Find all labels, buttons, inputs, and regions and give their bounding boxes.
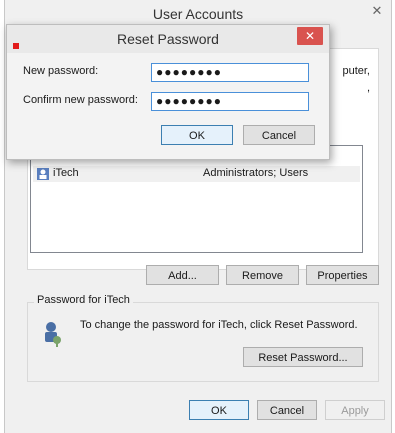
apply-button: Apply xyxy=(325,400,385,420)
dialog-cancel-button[interactable]: Cancel xyxy=(243,125,315,145)
cursor-marker-icon xyxy=(13,43,19,49)
confirm-password-field[interactable]: ●●●●●●●● xyxy=(151,92,309,111)
list-item[interactable]: iTech Administrators; Users xyxy=(33,166,360,182)
confirm-password-label: Confirm new password: xyxy=(23,94,138,106)
user-groups: Administrators; Users xyxy=(203,167,309,179)
reset-password-dialog: Reset Password ✕ New password: ●●●●●●●● … xyxy=(6,24,330,160)
ok-button[interactable]: OK xyxy=(189,400,249,420)
dialog-ok-button[interactable]: OK xyxy=(161,125,233,145)
reset-password-button[interactable]: Reset Password... xyxy=(243,347,363,367)
user-name: iTech xyxy=(53,167,79,179)
group-description-fragment: puter, xyxy=(342,65,370,77)
user-icon xyxy=(37,168,49,180)
password-group-title: Password for iTech xyxy=(34,294,133,306)
cancel-button[interactable]: Cancel xyxy=(257,400,317,420)
window-close-icon[interactable]: ✕ xyxy=(365,2,389,20)
new-password-label: New password: xyxy=(23,65,99,77)
remove-button[interactable]: Remove xyxy=(226,265,299,285)
dialog-title: Reset Password xyxy=(7,25,329,53)
group-description-fragment-2: , xyxy=(366,82,370,94)
password-group: Password for iTech To change the passwor… xyxy=(27,294,379,382)
properties-button[interactable]: Properties xyxy=(306,265,379,285)
password-instructions: To change the password for iTech, click … xyxy=(80,319,358,331)
dialog-close-icon[interactable]: ✕ xyxy=(297,27,323,45)
users-list[interactable]: iTech Administrators; Users xyxy=(30,145,363,253)
new-password-field[interactable]: ●●●●●●●● xyxy=(151,63,309,82)
user-key-icon xyxy=(45,322,61,347)
add-button[interactable]: Add... xyxy=(146,265,219,285)
